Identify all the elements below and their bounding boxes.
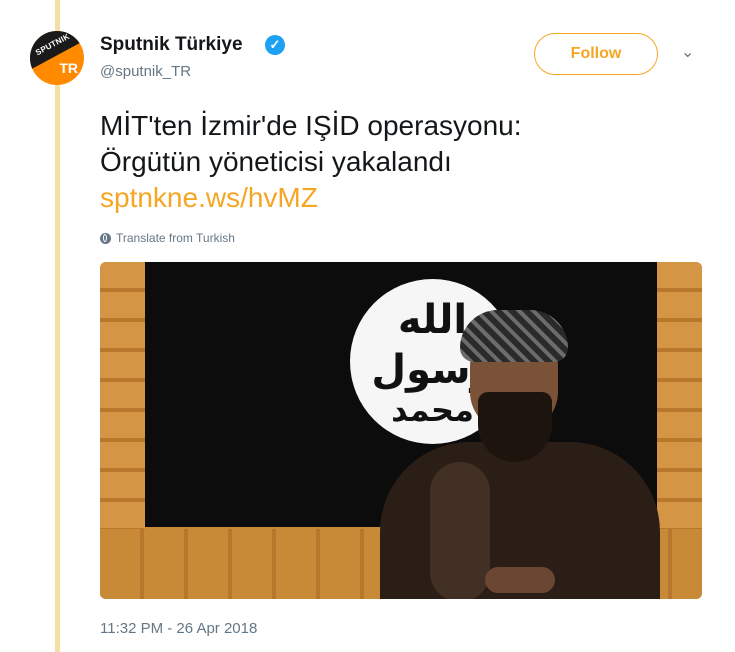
thread-line	[55, 0, 60, 652]
tweet-text: MİT'ten İzmir'de IŞİD operasyonu: Örgütü…	[100, 108, 700, 216]
follow-button[interactable]: Follow	[534, 33, 658, 75]
tweet-link[interactable]: sptnkne.ws/hvMZ	[100, 180, 700, 216]
translate-label: Translate from Turkish	[116, 231, 235, 245]
tweet-image[interactable]: الله رسول محمد	[100, 262, 702, 599]
globe-icon	[100, 232, 111, 244]
person-headscarf	[460, 310, 568, 362]
chevron-down-icon[interactable]: ⌄	[681, 42, 694, 62]
person-jacket-highlight	[430, 462, 490, 599]
avatar-logo-tr: TR	[59, 60, 78, 76]
translate-button[interactable]: Translate from Turkish	[100, 231, 235, 245]
display-name[interactable]: Sputnik Türkiye	[100, 34, 243, 56]
avatar[interactable]: SPUTNIK TR	[30, 31, 84, 85]
account-handle[interactable]: @sputnik_TR	[100, 63, 191, 80]
tweet-text-line-1: MİT'ten İzmir'de IŞİD operasyonu:	[100, 110, 522, 141]
person-hands	[485, 567, 555, 593]
verified-badge-icon: ✓	[265, 35, 285, 55]
tweet-timestamp[interactable]: 11:32 PM - 26 Apr 2018	[100, 620, 257, 637]
tweet-text-line-2: Örgütün yöneticisi yakalandı	[100, 146, 452, 177]
